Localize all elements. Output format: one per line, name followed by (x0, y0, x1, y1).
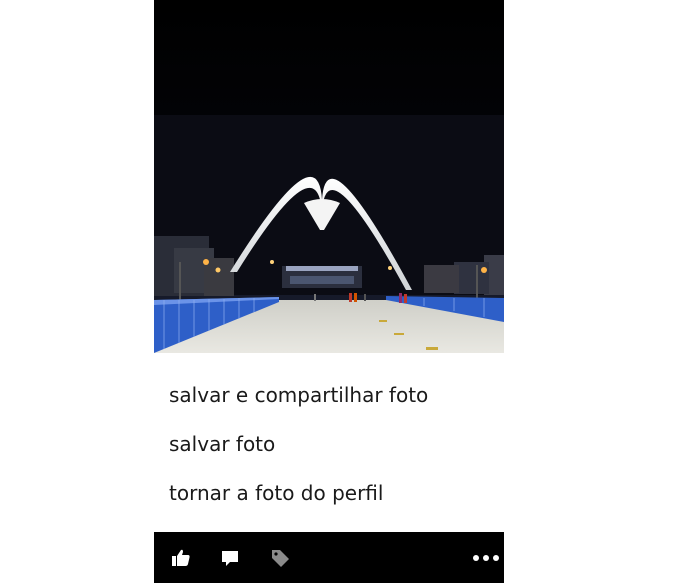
photo[interactable] (154, 0, 504, 353)
more-icon (473, 554, 499, 561)
like-button[interactable] (161, 532, 201, 583)
tag-icon (272, 549, 289, 567)
set-profile-photo-option[interactable]: tornar a foto do perfil (154, 470, 504, 519)
more-options-button[interactable] (466, 532, 506, 583)
like-icon (172, 549, 190, 566)
page: salvar e compartilhar foto salvar foto t… (0, 0, 695, 583)
photo-image (154, 0, 504, 353)
save-photo-option[interactable]: salvar foto (154, 421, 504, 470)
context-menu: salvar e compartilhar foto salvar foto t… (154, 372, 504, 519)
comment-icon (222, 550, 238, 566)
comment-button[interactable] (210, 532, 250, 583)
save-and-share-photo-option[interactable]: salvar e compartilhar foto (154, 372, 504, 421)
tag-button[interactable] (260, 532, 300, 583)
phone-screen: salvar e compartilhar foto salvar foto t… (154, 0, 504, 583)
app-bar (154, 532, 504, 583)
